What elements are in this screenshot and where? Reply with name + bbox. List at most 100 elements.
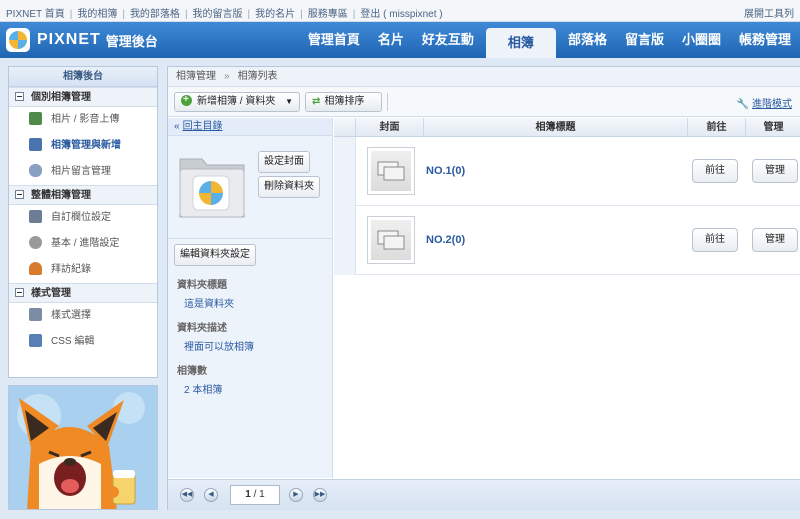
- sort-icon: ⇄: [312, 96, 321, 107]
- pixnet-logo[interactable]: PIXNET 管理後台: [6, 28, 158, 52]
- expand-toolbar-link[interactable]: 展開工具列: [744, 5, 794, 20]
- advanced-mode-link[interactable]: 🔧 進階模式: [737, 95, 792, 110]
- sidebar-item-visitors[interactable]: 拜訪紀錄: [9, 257, 157, 283]
- prev-page-icon[interactable]: ◀: [204, 488, 218, 502]
- tab-blog[interactable]: 部落格: [559, 22, 616, 58]
- image-placeholder-icon: [371, 151, 411, 191]
- fox-mascot-icon: [17, 392, 145, 509]
- top-link-home[interactable]: PIXNET 首頁: [6, 9, 65, 20]
- sidebar-section-individual[interactable]: 個別相簿管理: [9, 87, 157, 107]
- collapse-icon[interactable]: [15, 92, 24, 101]
- folder-title-label: 資料夾標題: [177, 280, 227, 291]
- collapse-icon[interactable]: [15, 190, 24, 199]
- next-page-icon[interactable]: ▶: [289, 488, 303, 502]
- sidebar-item-upload[interactable]: 相片 / 影音上傳: [9, 107, 157, 133]
- image-placeholder-icon: [371, 220, 411, 260]
- table-header: 封面 相簿標題 前往 管理: [334, 118, 800, 137]
- drag-handle[interactable]: [334, 137, 356, 206]
- go-button[interactable]: 前往: [692, 228, 738, 252]
- folder-panel: «回主目錄 設定封面 刪除資料夾 編輯資料夾設定 資料夾標題 這是資料夾 資料夾…: [168, 118, 333, 478]
- sidebar-item-label: 樣式選擇: [51, 310, 91, 321]
- tab-card[interactable]: 名片: [369, 22, 413, 58]
- top-link-blog[interactable]: 我的部落格: [130, 9, 180, 20]
- gear-icon: [29, 236, 42, 249]
- main-header: PIXNET 管理後台 管理首頁 名片 好友互動 相簿 部落格 留言版 小圈圈 …: [0, 22, 800, 58]
- main-nav: 管理首頁 名片 好友互動 相簿 部落格 留言版 小圈圈 帳務管理: [299, 22, 800, 58]
- separator: |: [247, 9, 251, 20]
- add-album-label: 新增相簿 / 資料夾: [197, 96, 276, 107]
- pagination-bar: ◀◀ ◀ 1 / 1 ▶ ▶▶: [168, 479, 800, 510]
- sidebar-item-label: 自訂欄位設定: [51, 212, 111, 223]
- top-link-card[interactable]: 我的名片: [255, 9, 295, 20]
- folder-title-value: 這是資料夾: [184, 299, 234, 310]
- column-header-manage: 管理: [763, 122, 784, 133]
- sidebar-item-custom-fields[interactable]: 自訂欄位設定: [9, 205, 157, 231]
- breadcrumb-separator: »: [224, 71, 230, 82]
- tab-home[interactable]: 管理首頁: [299, 22, 369, 58]
- drag-handle[interactable]: [334, 206, 356, 275]
- sidebar-item-comments[interactable]: 相片留言管理: [9, 159, 157, 185]
- sidebar-item-style[interactable]: 樣式選擇: [9, 303, 157, 329]
- tab-groups[interactable]: 小圈圈: [673, 22, 730, 58]
- top-link-albums[interactable]: 我的相簿: [77, 9, 117, 20]
- tab-account[interactable]: 帳務管理: [730, 22, 800, 58]
- folder-desc-label: 資料夾描述: [177, 323, 227, 334]
- album-manage-icon: [29, 138, 42, 151]
- edit-folder-settings-button[interactable]: 編輯資料夾設定: [174, 244, 256, 266]
- table-row[interactable]: NO.1(0) 前往 管理: [334, 137, 800, 206]
- visitor-icon: [29, 262, 42, 275]
- wrench-icon: 🔧: [736, 99, 749, 110]
- section-label: 樣式管理: [31, 288, 71, 299]
- back-arrow-icon: «: [174, 121, 180, 132]
- manage-button[interactable]: 管理: [752, 159, 798, 183]
- collapse-icon[interactable]: [15, 288, 24, 297]
- css-icon: [29, 334, 42, 347]
- tab-guestbook[interactable]: 留言版: [616, 22, 673, 58]
- sidebar: 相簿後台 個別相簿管理 相片 / 影音上傳 相簿管理與新增 相片留言管理 整體相…: [8, 66, 158, 378]
- sidebar-item-css[interactable]: CSS 編輯: [9, 329, 157, 355]
- breadcrumb-current: 相簿列表: [237, 71, 278, 82]
- manage-button[interactable]: 管理: [752, 228, 798, 252]
- add-album-folder-button[interactable]: 新增相簿 / 資料夾 ▼: [174, 91, 300, 112]
- back-to-root-link[interactable]: «回主目錄: [168, 118, 332, 136]
- main-content: 相簿管理 » 相簿列表 新增相簿 / 資料夾 ▼ ⇄相簿排序 🔧進階模式 «回主目錄: [167, 66, 800, 510]
- back-label: 回主目錄: [182, 121, 223, 132]
- album-cover-thumbnail[interactable]: [367, 147, 415, 195]
- custom-field-icon: [29, 210, 42, 223]
- first-page-icon[interactable]: ◀◀: [180, 488, 194, 502]
- top-link-logout[interactable]: 登出 ( misspixnet ): [360, 9, 442, 20]
- breadcrumb-root[interactable]: 相簿管理: [176, 71, 216, 82]
- current-page: 1: [245, 489, 251, 500]
- go-button[interactable]: 前往: [692, 159, 738, 183]
- comment-icon: [29, 164, 42, 177]
- column-header-title: 相簿標題: [424, 118, 688, 136]
- tab-friends[interactable]: 好友互動: [413, 22, 483, 58]
- separator: |: [300, 9, 303, 20]
- delete-folder-button[interactable]: 刪除資料夾: [258, 176, 320, 198]
- album-title[interactable]: NO.2(0): [426, 234, 465, 246]
- sidebar-section-overall[interactable]: 整體相簿管理: [9, 185, 157, 205]
- breadcrumb: 相簿管理 » 相簿列表: [168, 67, 800, 87]
- top-link-service[interactable]: 服務專區: [308, 9, 348, 20]
- sidebar-section-style[interactable]: 樣式管理: [9, 283, 157, 303]
- toolbar: 新增相簿 / 資料夾 ▼ ⇄相簿排序 🔧進階模式: [168, 87, 800, 117]
- section-label: 整體相簿管理: [31, 190, 91, 201]
- album-cover-thumbnail[interactable]: [367, 216, 415, 264]
- photo-upload-icon: [29, 112, 42, 125]
- separator: |: [352, 9, 356, 20]
- sidebar-title: 相簿後台: [9, 67, 157, 87]
- set-cover-button[interactable]: 設定封面: [258, 151, 310, 173]
- last-page-icon[interactable]: ▶▶: [313, 488, 327, 502]
- logo-text: PIXNET: [37, 31, 101, 48]
- album-title[interactable]: NO.1(0): [426, 165, 465, 177]
- sidebar-item-settings[interactable]: 基本 / 進階設定: [9, 231, 157, 257]
- edit-folder-area: 編輯資料夾設定: [168, 238, 333, 268]
- sort-albums-button[interactable]: ⇄ 相簿排序: [305, 92, 382, 112]
- page-input[interactable]: 1 / 1: [230, 485, 280, 505]
- sidebar-item-album-manage[interactable]: 相簿管理與新增: [9, 133, 157, 159]
- top-link-guestbook[interactable]: 我的留言版: [193, 9, 243, 20]
- separator: |: [122, 9, 125, 20]
- sidebar-item-label: CSS 編輯: [51, 336, 95, 347]
- tab-albums[interactable]: 相簿: [485, 28, 556, 58]
- table-row[interactable]: NO.2(0) 前往 管理: [334, 206, 800, 275]
